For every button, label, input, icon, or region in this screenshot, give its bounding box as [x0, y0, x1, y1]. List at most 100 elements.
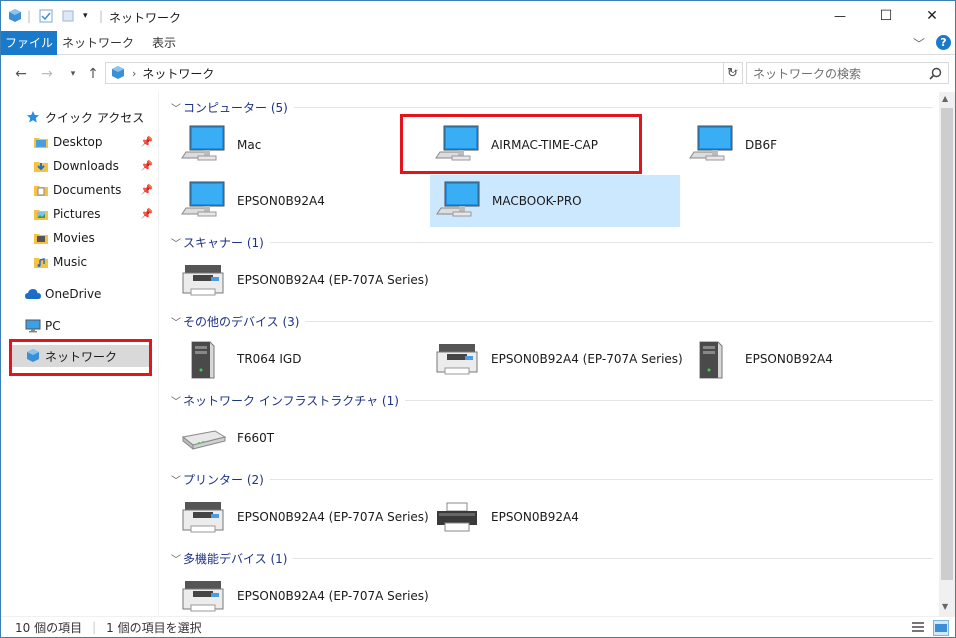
list-item[interactable]: EPSON0B92A4 (EP-707A Series): [179, 255, 479, 305]
status-bar: 10 個の項目 | 1 個の項目を選択: [1, 616, 955, 637]
scroll-down-arrow-icon[interactable]: ▼: [942, 602, 948, 611]
selected-count: 1 個の項目を選択: [106, 620, 202, 635]
list-item[interactable]: EPSON0B92A4 (EP-707A Series): [179, 492, 433, 542]
list-item[interactable]: F660T: [179, 413, 419, 463]
sidebar-item-label: Movies: [53, 231, 95, 245]
maximize-button[interactable]: ☐: [863, 1, 909, 31]
pin-icon[interactable]: 📌: [141, 161, 153, 172]
divider: [269, 241, 933, 243]
divider: [269, 478, 933, 480]
sidebar-item-desktop[interactable]: Desktop 📌: [1, 131, 157, 153]
collapse-chevron-icon[interactable]: ﹀: [171, 393, 183, 408]
group-label: プリンター (2): [183, 472, 264, 487]
sidebar-item-label: Pictures: [53, 207, 101, 221]
scroll-up-arrow-icon[interactable]: ▲: [942, 94, 948, 103]
separator: |: [99, 9, 104, 23]
item-label: F660T: [237, 431, 275, 445]
list-item[interactable]: EPSON0B92A4: [179, 176, 419, 226]
large-icons-view-icon[interactable]: [933, 620, 949, 636]
list-item-selected[interactable]: MACBOOK-PRO: [430, 175, 680, 227]
expand-ribbon-chevron-icon[interactable]: ﹀: [913, 35, 925, 52]
network-icon: [7, 8, 23, 24]
minimize-button[interactable]: —: [817, 1, 863, 31]
window-title: ネットワーク: [109, 11, 182, 25]
collapse-chevron-icon[interactable]: ﹀: [171, 235, 183, 250]
refresh-icon[interactable]: ↻: [723, 63, 741, 83]
breadcrumb-chevron-icon[interactable]: ›: [132, 67, 136, 80]
recent-locations-chevron-icon[interactable]: ▾: [63, 64, 83, 84]
breadcrumb-network[interactable]: ネットワーク: [142, 65, 214, 82]
new-folder-icon[interactable]: [61, 8, 75, 24]
sidebar-item-label: Documents: [53, 183, 122, 197]
group-header-printers[interactable]: ﹀ プリンター (2): [171, 470, 933, 488]
forward-arrow-icon[interactable]: →: [37, 64, 57, 84]
sidebar-item-pictures[interactable]: Pictures 📌: [1, 203, 157, 225]
pin-icon[interactable]: 📌: [141, 137, 153, 148]
list-item[interactable]: EPSON0B92A4 (EP-707A Series): [179, 571, 433, 621]
list-item[interactable]: EPSON0B92A4: [433, 492, 673, 542]
separator: |: [27, 9, 32, 23]
pin-icon[interactable]: 📌: [141, 185, 153, 196]
collapse-chevron-icon[interactable]: ﹀: [171, 100, 183, 115]
sidebar-item-label: Desktop: [53, 135, 103, 149]
star-icon: [25, 109, 41, 125]
vertical-scrollbar[interactable]: ▲ ▼: [939, 92, 955, 616]
up-arrow-icon[interactable]: ↑: [83, 64, 103, 84]
computer-icon: [179, 121, 227, 169]
router-icon: [179, 414, 227, 462]
collapse-chevron-icon[interactable]: ﹀: [171, 472, 183, 487]
download-folder-icon: [33, 158, 49, 174]
item-count: 10 個の項目: [15, 620, 83, 635]
group-header-network-infrastructure[interactable]: ﹀ ネットワーク インフラストラクチャ (1): [171, 391, 933, 409]
item-label: EPSON0B92A4 (EP-707A Series): [237, 510, 429, 524]
back-arrow-icon[interactable]: ←: [11, 64, 31, 84]
device-tower-icon: [179, 335, 227, 383]
customize-qa-chevron-icon[interactable]: ▾: [83, 8, 88, 24]
tab-file[interactable]: ファイル: [1, 31, 57, 55]
group-label: その他のデバイス (3): [183, 314, 300, 329]
sidebar-item-quick-access[interactable]: クイック アクセス: [1, 106, 157, 128]
navigation-pane: クイック アクセス Desktop 📌 Downloads 📌 Document…: [1, 92, 159, 616]
sidebar-item-documents[interactable]: Documents 📌: [1, 179, 157, 201]
tab-view[interactable]: 表示: [141, 31, 187, 55]
collapse-chevron-icon[interactable]: ﹀: [171, 314, 183, 329]
item-label: EPSON0B92A4 (EP-707A Series): [491, 352, 683, 366]
scrollbar-thumb[interactable]: [941, 108, 953, 580]
help-button[interactable]: ?: [936, 35, 951, 50]
separator: |: [92, 620, 97, 634]
group-header-multifunction-devices[interactable]: ﹀ 多機能デバイス (1): [171, 549, 933, 567]
group-header-other-devices[interactable]: ﹀ その他のデバイス (3): [171, 312, 933, 330]
address-bar[interactable]: › ネットワーク ﹀: [105, 62, 743, 84]
sidebar-item-onedrive[interactable]: OneDrive: [1, 283, 157, 305]
group-header-scanners[interactable]: ﹀ スキャナー (1): [171, 233, 933, 251]
sidebar-item-downloads[interactable]: Downloads 📌: [1, 155, 157, 177]
highlight-box-airmac: [400, 114, 642, 174]
list-item[interactable]: EPSON0B92A4 (EP-707A Series): [433, 334, 687, 384]
sidebar-item-label: PC: [45, 319, 61, 333]
item-label: EPSON0B92A4: [745, 352, 833, 366]
file-list: ﹀ コンピューター (5) Mac AIRMAC-TIME-CAP DB6F E…: [161, 92, 939, 616]
properties-icon[interactable]: [39, 8, 53, 24]
music-folder-icon: [33, 254, 49, 270]
list-item[interactable]: DB6F: [687, 120, 927, 170]
sidebar-item-label: クイック アクセス: [45, 110, 145, 125]
list-item[interactable]: TR064 IGD: [179, 334, 419, 384]
pin-icon[interactable]: 📌: [141, 209, 153, 220]
sidebar-item-music[interactable]: Music: [1, 251, 157, 273]
sidebar-item-pc[interactable]: PC: [1, 315, 157, 337]
list-item[interactable]: Mac: [179, 120, 419, 170]
item-label: DB6F: [745, 138, 778, 152]
item-label: EPSON0B92A4 (EP-707A Series): [237, 273, 429, 287]
divider: [293, 106, 933, 108]
divider: [404, 399, 933, 401]
search-icon[interactable]: [929, 67, 942, 80]
tab-network[interactable]: ネットワーク: [61, 31, 135, 55]
list-item[interactable]: EPSON0B92A4: [687, 334, 927, 384]
group-label: 多機能デバイス (1): [183, 551, 288, 566]
close-button[interactable]: ✕: [909, 1, 955, 31]
details-view-icon[interactable]: [911, 620, 925, 634]
search-input[interactable]: ネットワークの検索: [746, 62, 949, 84]
sidebar-item-movies[interactable]: Movies: [1, 227, 157, 249]
group-label: コンピューター (5): [183, 100, 288, 115]
collapse-chevron-icon[interactable]: ﹀: [171, 551, 183, 566]
